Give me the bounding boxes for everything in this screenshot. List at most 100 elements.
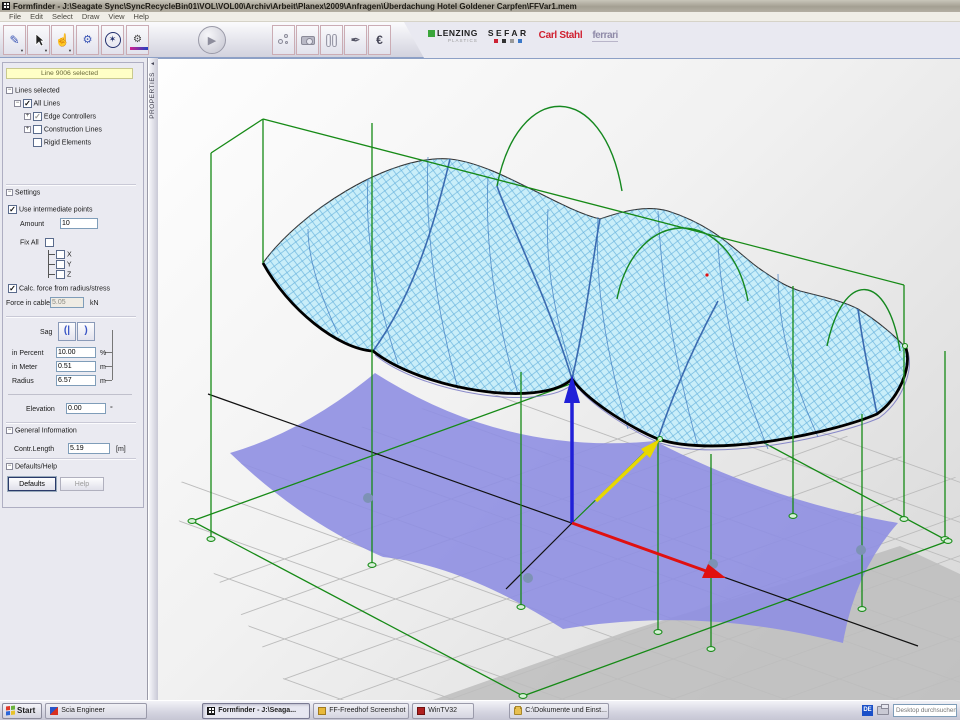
sag-convex-button[interactable]: ): [77, 322, 95, 341]
language-indicator[interactable]: DE: [862, 705, 873, 716]
menu-draw[interactable]: Draw: [82, 12, 100, 21]
carl-stahl-logo: Carl Stahl: [539, 30, 583, 41]
general-info-header[interactable]: − General Information: [6, 427, 77, 434]
viewport-3d[interactable]: [158, 58, 960, 700]
checkbox[interactable]: [56, 260, 65, 269]
task-dokumente[interactable]: C:\Dokumente und Einst...: [509, 703, 609, 719]
contr-length-label: Contr.Length: [14, 446, 54, 453]
defaults-button[interactable]: Defaults: [8, 477, 56, 491]
gear-rainbow-icon: ⚙: [133, 35, 142, 45]
calc-force-row[interactable]: ✓ Calc. force from radius/stress: [8, 284, 110, 293]
sag-concave-button[interactable]: (|: [58, 322, 76, 341]
run-button[interactable]: ▶: [198, 26, 226, 54]
menu-view[interactable]: View: [108, 12, 124, 21]
annotate-button[interactable]: ✒: [344, 25, 367, 55]
pencil-icon: ✎: [9, 34, 19, 46]
collapse-icon[interactable]: −: [6, 463, 13, 470]
checkbox[interactable]: [45, 238, 54, 247]
hand-icon: ☝: [55, 34, 70, 46]
menu-help[interactable]: Help: [134, 12, 149, 21]
cost-button[interactable]: €: [368, 25, 391, 55]
desktop-search-input[interactable]: Desktop durchsuchen: [893, 704, 957, 717]
nodes-button[interactable]: [272, 25, 295, 55]
checkbox[interactable]: [56, 270, 65, 279]
start-button[interactable]: Start: [2, 703, 42, 719]
sag-radius-input[interactable]: [56, 375, 96, 386]
collapse-icon[interactable]: −: [6, 427, 13, 434]
checkbox[interactable]: ✓: [8, 205, 17, 214]
play-icon: ▶: [208, 34, 216, 47]
fix-all-row[interactable]: Fix All: [20, 238, 54, 247]
selection-banner: Line 9006 selected: [6, 68, 133, 79]
menu-file[interactable]: File: [9, 12, 21, 21]
checkbox[interactable]: [33, 138, 42, 147]
collapse-panel-icon[interactable]: ◄: [150, 61, 155, 67]
task-formfinder[interactable]: Formfinder - J:\Seaga...: [202, 703, 310, 719]
checkbox[interactable]: ✓: [8, 284, 17, 293]
checkbox[interactable]: [33, 125, 42, 134]
checkbox[interactable]: ✓: [23, 99, 32, 108]
expander-icon[interactable]: −: [14, 100, 21, 107]
camera-icon: [301, 36, 315, 45]
sefar-dots-icon: [494, 39, 522, 43]
task-scia-engineer[interactable]: Scia Engineer: [45, 703, 147, 719]
fabric-rolls-icon: [326, 34, 337, 47]
windows-flag-icon: [6, 706, 15, 716]
feather-pen-icon: ✒: [350, 34, 360, 46]
amount-input[interactable]: [60, 218, 98, 229]
sefar-logo: SEFAR: [488, 28, 529, 43]
use-intermediate-points-row[interactable]: ✓ Use intermediate points: [8, 205, 93, 214]
collapse-icon[interactable]: −: [6, 189, 13, 196]
draw-tool-button[interactable]: ✎ ▼: [3, 25, 26, 55]
checkbox[interactable]: ✓: [33, 112, 42, 121]
tree-item-edge-controllers[interactable]: + ✓ Edge Controllers: [24, 112, 96, 121]
chevron-down-icon[interactable]: ▼: [20, 49, 24, 53]
molecule-icon: [277, 33, 291, 47]
tree-root-label: Lines selected: [15, 87, 60, 94]
properties-tab-strip[interactable]: ◄ PROPERTIES: [148, 58, 158, 700]
menu-edit[interactable]: Edit: [30, 12, 43, 21]
elevation-input[interactable]: [66, 403, 106, 414]
sag-percent-input[interactable]: [56, 347, 96, 358]
analysis-tool-button[interactable]: ✶: [101, 25, 124, 55]
menu-select[interactable]: Select: [52, 12, 73, 21]
partner-logos: LENZING PLASTICS SEFAR Carl Stahl ferrar…: [428, 28, 618, 43]
printer-icon[interactable]: [877, 706, 889, 715]
unit-label: °: [110, 406, 113, 413]
formfinding-tool-button[interactable]: ⚙: [76, 25, 99, 55]
chevron-down-icon[interactable]: ▼: [44, 49, 48, 53]
fix-y-row[interactable]: Y: [56, 260, 72, 269]
title-bar[interactable]: Formfinder - J:\Seagate Sync\SyncRecycle…: [0, 0, 960, 12]
chevron-down-icon[interactable]: ▼: [68, 49, 72, 53]
scia-icon: [50, 707, 58, 715]
fix-x-row[interactable]: X: [56, 250, 72, 259]
tree-root[interactable]: − Lines selected: [6, 87, 60, 94]
expander-icon[interactable]: +: [24, 126, 31, 133]
checkbox[interactable]: [56, 250, 65, 259]
tree-item-rigid-elements[interactable]: Rigid Elements: [24, 138, 91, 147]
contr-length-input[interactable]: [68, 443, 110, 454]
settings-header[interactable]: − Settings: [6, 189, 40, 196]
help-button: Help: [60, 477, 104, 491]
fix-z-row[interactable]: Z: [56, 270, 71, 279]
toolbar: ✎ ▼ ▼ ☝ ▼ ⚙ ✶ ⚙ ▶: [0, 22, 960, 58]
tree-item-construction-lines[interactable]: + Construction Lines: [24, 125, 102, 134]
formfinder-icon: [207, 707, 215, 715]
task-wintv32[interactable]: WinTV32: [412, 703, 474, 719]
scene-svg: [158, 59, 960, 701]
sag-meter-input[interactable]: [56, 361, 96, 372]
select-tool-button[interactable]: ▼: [27, 25, 50, 55]
snapshot-button[interactable]: [296, 25, 319, 55]
expander-icon[interactable]: −: [6, 87, 13, 94]
pan-tool-button[interactable]: ☝ ▼: [51, 25, 74, 55]
screenshot-icon: [318, 707, 326, 715]
gears-icon: ⚙: [83, 35, 93, 46]
defaults-help-header[interactable]: − Defaults/Help: [6, 463, 57, 470]
settings-tool-button[interactable]: ⚙: [126, 25, 149, 55]
divider: [6, 422, 136, 424]
expander-icon[interactable]: +: [24, 113, 31, 120]
system-tray: DE Desktop durchsuchen: [862, 704, 957, 717]
task-ff-freedhof[interactable]: FF-Freedhof Screenshot ...: [313, 703, 409, 719]
tree-item-all-lines[interactable]: − ✓ All Lines: [14, 99, 60, 108]
material-button[interactable]: [320, 25, 343, 55]
